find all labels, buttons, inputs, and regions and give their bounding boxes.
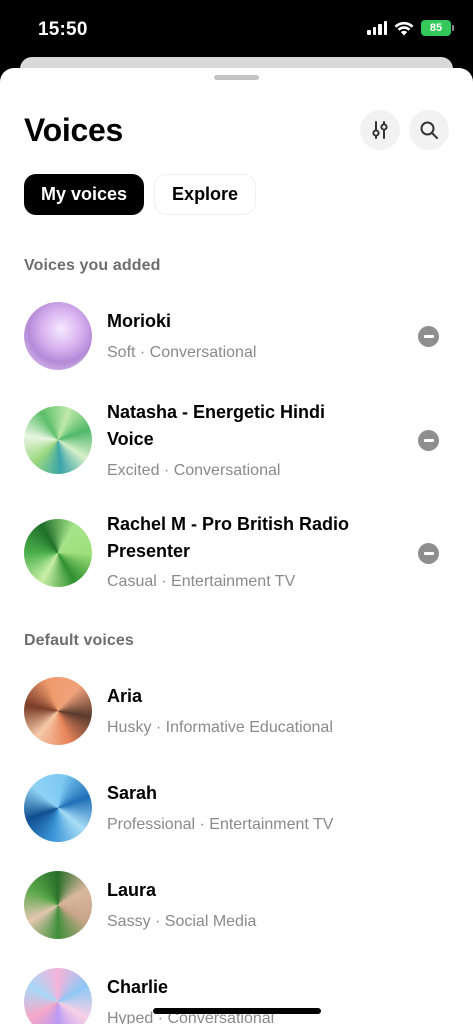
cellular-signal-icon bbox=[367, 21, 387, 35]
tab-explore[interactable]: Explore bbox=[154, 174, 257, 215]
voice-avatar bbox=[24, 519, 92, 587]
voice-avatar bbox=[24, 871, 92, 939]
status-bar: 15:50 85 bbox=[0, 0, 473, 58]
section-heading-added: Voices you added bbox=[24, 257, 161, 274]
minus-icon bbox=[423, 552, 434, 555]
voice-tags: Soft · Conversational bbox=[107, 344, 257, 361]
voice-tags: Sassy · Social Media bbox=[107, 913, 257, 930]
voice-tabs: My voices Explore bbox=[24, 174, 257, 215]
voice-tags: Excited · Conversational bbox=[107, 462, 281, 479]
voice-name: Sarah bbox=[107, 783, 158, 803]
minus-icon bbox=[423, 335, 434, 338]
remove-voice-button[interactable] bbox=[418, 543, 439, 564]
voice-name: Laura bbox=[107, 880, 157, 900]
tab-my-voices[interactable]: My voices bbox=[24, 174, 145, 215]
voice-name: Charlie bbox=[107, 977, 169, 997]
voice-avatar bbox=[24, 774, 92, 842]
remove-voice-button[interactable] bbox=[418, 430, 439, 451]
status-time: 15:50 bbox=[38, 19, 88, 40]
voice-name: Aria bbox=[107, 686, 143, 706]
search-icon bbox=[420, 121, 438, 139]
voice-tags: Professional · Entertainment TV bbox=[107, 816, 334, 833]
voice-tags: Casual · Entertainment TV bbox=[107, 573, 296, 590]
section-heading-default: Default voices bbox=[24, 632, 134, 649]
voice-avatar bbox=[24, 406, 92, 474]
sheet-grabber[interactable] bbox=[214, 75, 259, 80]
wifi-icon bbox=[394, 21, 414, 35]
page-title: Voices bbox=[24, 112, 123, 148]
voice-tags: Husky · Informative Educational bbox=[107, 719, 333, 736]
voice-avatar bbox=[24, 968, 92, 1024]
voice-name: Morioki bbox=[107, 311, 172, 331]
remove-voice-button[interactable] bbox=[418, 326, 439, 347]
battery-icon: 85 bbox=[421, 20, 454, 36]
voice-name: Rachel M - Pro British Radio Presenter bbox=[107, 514, 350, 561]
home-indicator[interactable] bbox=[153, 1008, 321, 1014]
sliders-icon bbox=[372, 121, 388, 139]
voice-avatar bbox=[24, 677, 92, 745]
voice-name: Natasha - Energetic Hindi Voice bbox=[107, 402, 326, 449]
status-icons: 85 bbox=[367, 20, 454, 36]
minus-icon bbox=[423, 439, 434, 442]
voices-sheet: Voices My voices Explore Voices you adde… bbox=[0, 68, 473, 1024]
voice-avatar bbox=[24, 302, 92, 370]
search-button[interactable] bbox=[409, 110, 449, 150]
filters-button[interactable] bbox=[360, 110, 400, 150]
